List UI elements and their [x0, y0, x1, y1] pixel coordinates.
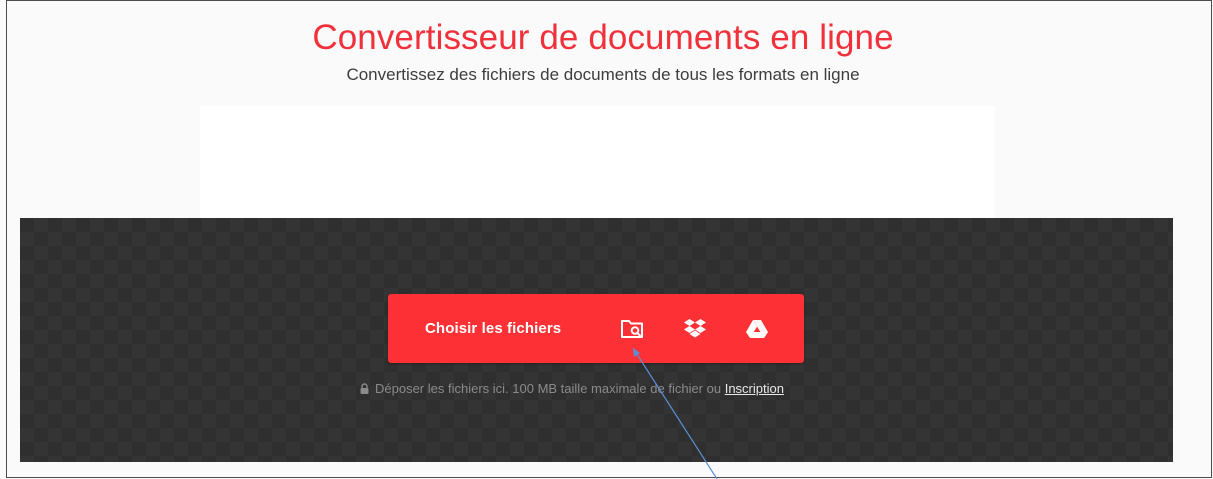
lock-icon [360, 381, 369, 399]
google-drive-icon[interactable] [737, 309, 777, 349]
page-title: Convertisseur de documents en ligne [312, 18, 894, 57]
folder-search-icon[interactable] [613, 309, 653, 349]
choose-files-bar[interactable]: Choisir les fichiers [388, 294, 804, 363]
page-subtitle: Convertissez des fichiers de documents d… [346, 65, 860, 84]
signup-link[interactable]: Inscription [725, 381, 784, 396]
choose-files-button[interactable]: Choisir les fichiers [425, 320, 605, 337]
dropbox-icon[interactable] [675, 309, 715, 349]
drop-note: Déposer les fichiers ici. 100 MB taille … [360, 380, 880, 399]
drop-note-text: Déposer les fichiers ici. 100 MB taille … [375, 381, 725, 396]
blank-ad-area [200, 106, 995, 220]
